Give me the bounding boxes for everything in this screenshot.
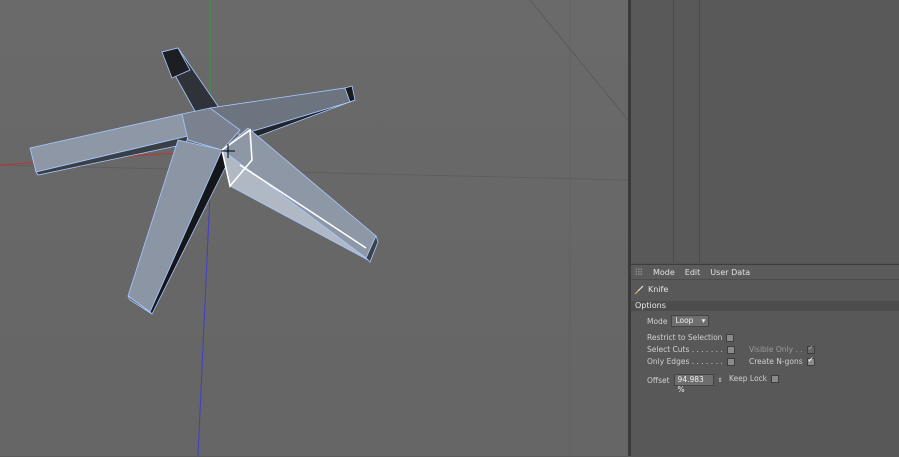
mode-row: Mode Loop ▾ xyxy=(647,315,710,327)
menu-mode[interactable]: Mode xyxy=(653,268,675,277)
stepper-arrows-icon[interactable]: ⇕ xyxy=(718,377,723,384)
viewport-scene xyxy=(0,0,628,456)
3d-viewport[interactable] xyxy=(0,0,628,456)
restrict-to-selection-label: Restrict to Selection xyxy=(647,333,723,342)
keep-lock-label: Keep Lock xyxy=(729,374,768,383)
create-ngons-label: Create N-gons xyxy=(749,357,803,366)
attribute-menubar: Mode Edit User Data xyxy=(631,265,899,280)
select-cuts-label: Select Cuts . . . . . . . xyxy=(647,345,723,354)
only-edges-label: Only Edges . . . . . . . xyxy=(647,357,723,366)
mode-dropdown[interactable]: Loop ▾ xyxy=(671,315,710,327)
offset-field[interactable]: 94.983 % xyxy=(673,374,714,394)
select-cuts-checkbox[interactable] xyxy=(726,345,735,354)
visible-only-checkbox[interactable] xyxy=(806,344,815,354)
attribute-manager: Mode Edit User Data Knife Options Mode L… xyxy=(631,264,899,457)
offset-row: Offset 94.983 % ⇕ xyxy=(647,374,723,394)
options-section-header[interactable]: Options xyxy=(631,301,899,311)
menu-edit[interactable]: Edit xyxy=(685,268,701,277)
offset-label: Offset xyxy=(647,375,670,385)
create-ngons-row: Create N-gons xyxy=(749,356,815,366)
horizon-line xyxy=(0,164,628,181)
restrict-row: Restrict to Selection xyxy=(647,333,735,342)
mode-label: Mode xyxy=(647,316,668,326)
visible-only-label: Visible Only . . xyxy=(749,345,803,354)
tool-header: Knife xyxy=(634,283,668,296)
right-panel: Mode Edit User Data Knife Options Mode L… xyxy=(631,0,899,457)
visible-only-row: Visible Only . . xyxy=(749,344,815,354)
keep-lock-row: Keep Lock xyxy=(729,374,780,383)
chevron-down-icon: ▾ xyxy=(701,316,706,325)
column-divider xyxy=(699,0,700,262)
star-mesh[interactable] xyxy=(29,47,379,315)
mode-value: Loop xyxy=(675,316,694,325)
object-manager[interactable] xyxy=(631,0,899,262)
select-cuts-row: Select Cuts . . . . . . . xyxy=(647,345,735,354)
perspective-line xyxy=(529,0,628,121)
create-ngons-checkbox[interactable] xyxy=(806,356,815,366)
grip-icon[interactable] xyxy=(635,268,643,276)
restrict-to-selection-checkbox[interactable] xyxy=(726,333,735,342)
keep-lock-checkbox[interactable] xyxy=(771,374,780,383)
only-edges-checkbox[interactable] xyxy=(726,357,735,366)
menu-user-data[interactable]: User Data xyxy=(710,268,750,277)
column-divider xyxy=(673,0,674,262)
only-edges-row: Only Edges . . . . . . . xyxy=(647,357,735,366)
tool-name: Knife xyxy=(648,285,669,294)
knife-icon xyxy=(634,285,644,295)
